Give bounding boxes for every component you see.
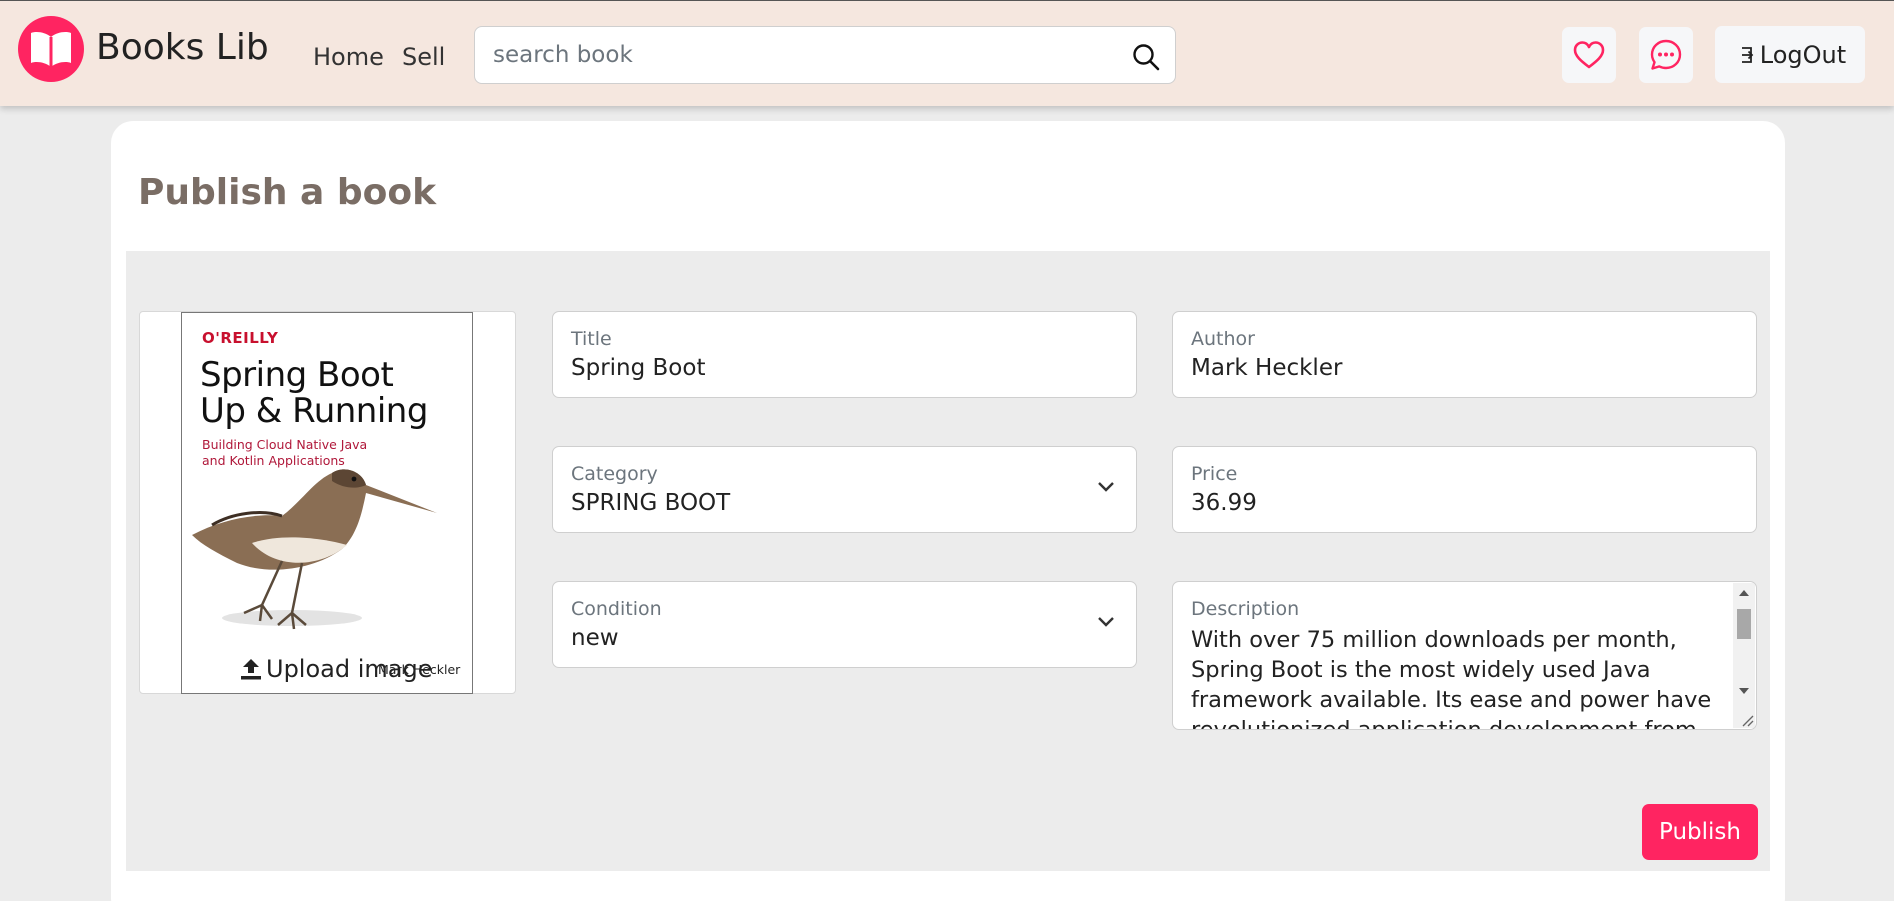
description-field[interactable]: Description With over 75 million downloa… — [1172, 581, 1757, 730]
upload-icon — [241, 659, 261, 680]
price-field[interactable]: Price 36.99 — [1172, 446, 1757, 533]
book-cover-image: O'REILLY Spring Boot Up & Running Buildi… — [181, 312, 473, 694]
messages-button[interactable] — [1639, 27, 1693, 83]
category-select[interactable]: Category SPRING BOOT — [552, 446, 1137, 533]
title-input[interactable]: Spring Boot — [571, 355, 705, 381]
logout-label: LogOut — [1759, 40, 1847, 69]
scroll-up-arrow[interactable] — [1739, 590, 1749, 596]
nav-home-link[interactable]: Home — [313, 43, 384, 71]
search-input[interactable] — [493, 27, 1093, 83]
condition-label: Condition — [571, 598, 662, 620]
logout-icon — [1741, 46, 1754, 63]
search-icon[interactable] — [1131, 42, 1161, 72]
price-label: Price — [1191, 463, 1238, 485]
nav-sell-link[interactable]: Sell — [402, 43, 445, 71]
upload-image-button[interactable]: Upload image — [240, 655, 432, 683]
chevron-down-icon — [1098, 482, 1114, 492]
author-label: Author — [1191, 328, 1255, 350]
bird-illustration — [192, 469, 437, 630]
scroll-down-arrow[interactable] — [1739, 688, 1749, 694]
upload-image-label: Upload image — [266, 655, 433, 683]
description-scrollbar[interactable] — [1733, 583, 1755, 728]
description-label: Description — [1191, 598, 1300, 620]
category-value: SPRING BOOT — [571, 490, 731, 516]
price-input[interactable]: 36.99 — [1191, 490, 1257, 516]
title-label: Title — [571, 328, 612, 350]
search-bar — [474, 26, 1176, 84]
open-book-icon[interactable] — [18, 16, 84, 82]
wishlist-button[interactable] — [1562, 27, 1616, 83]
publish-button[interactable]: Publish — [1642, 804, 1758, 860]
condition-value: new — [571, 625, 619, 651]
page-title: Publish a book — [138, 172, 437, 213]
condition-select[interactable]: Condition new — [552, 581, 1137, 668]
category-label: Category — [571, 463, 658, 485]
author-input[interactable]: Mark Heckler — [1191, 355, 1342, 381]
author-field[interactable]: Author Mark Heckler — [1172, 311, 1757, 398]
chevron-down-icon — [1098, 617, 1114, 627]
resize-handle-icon[interactable] — [1740, 713, 1754, 727]
logout-button[interactable]: LogOut — [1715, 26, 1865, 83]
chat-bubble-icon — [1650, 39, 1682, 70]
heart-icon — [1573, 41, 1605, 69]
scroll-thumb[interactable] — [1737, 609, 1751, 639]
description-textarea[interactable]: With over 75 million downloads per month… — [1191, 625, 1721, 729]
brand-name[interactable]: Books Lib — [96, 27, 269, 68]
navbar: Books Lib Home Sell LogOut — [0, 0, 1894, 106]
title-field[interactable]: Title Spring Boot — [552, 311, 1137, 398]
